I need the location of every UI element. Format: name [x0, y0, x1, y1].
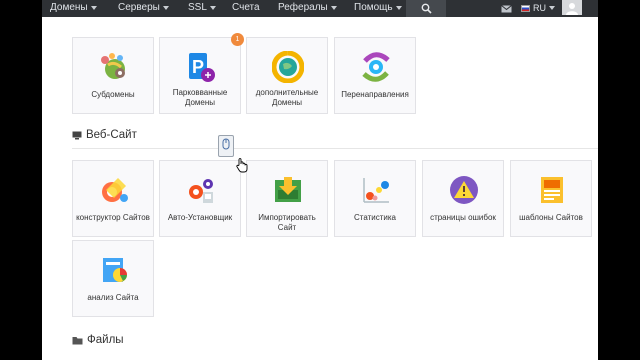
redirects-icon: [362, 52, 390, 82]
top-navigation: Домены Серверы SSL Счета Рефералы Помощь…: [42, 0, 598, 17]
language-label: RU: [533, 3, 546, 13]
monitor-icon: [72, 131, 82, 139]
nav-invoices[interactable]: Счета: [232, 2, 260, 13]
tile-label: Авто-Установщик: [167, 213, 233, 222]
tile-import-site[interactable]: Импортировать Сайт: [246, 160, 328, 237]
auto-installer-icon: [189, 179, 213, 203]
statistics-icon: [363, 178, 389, 203]
site-analysis-icon: [103, 258, 127, 282]
tile-addon-domains[interactable]: дополнительные Домены: [246, 37, 328, 114]
tile-auto-installer[interactable]: Авто-Установщик: [159, 160, 241, 237]
chevron-down-icon: [330, 5, 337, 10]
chevron-down-icon: [395, 5, 402, 10]
chevron-down-icon: [162, 5, 169, 10]
tile-site-builder[interactable]: конструктор Сайтов: [72, 160, 154, 237]
envelope-icon: [500, 4, 512, 12]
folder-icon: [72, 336, 83, 344]
control-panel-page: Домены Серверы SSL Счета Рефералы Помощь…: [42, 0, 598, 360]
nav-help[interactable]: Помощь: [354, 2, 402, 13]
search-icon: [421, 3, 432, 14]
tile-redirects[interactable]: Перенаправления: [334, 37, 416, 114]
subdomains-icon: [101, 53, 125, 79]
tile-label: Парковванные Домены: [172, 88, 228, 107]
nav-servers-label: Серверы: [118, 2, 160, 13]
nav-ssl[interactable]: SSL: [188, 2, 216, 13]
tile-site-analysis[interactable]: анализ Сайта: [72, 240, 154, 317]
nav-help-label: Помощь: [354, 2, 393, 13]
tile-label: конструктор Сайтов: [76, 213, 150, 222]
tile-site-templates[interactable]: шаблоны Сайтов: [510, 160, 592, 237]
nav-invoices-label: Счета: [232, 2, 260, 13]
video-frame: Домены Серверы SSL Счета Рефералы Помощь…: [0, 0, 640, 360]
tile-label: страницы ошибок: [430, 213, 496, 222]
tile-label: дополнительные Домены: [255, 88, 319, 107]
tile-subdomains[interactable]: Субдомены: [72, 37, 154, 114]
language-selector[interactable]: RU: [521, 3, 555, 13]
tile-label: шаблоны Сайтов: [519, 213, 583, 222]
russian-flag-icon: [521, 4, 530, 12]
section-title-files: Файлы: [72, 334, 124, 346]
tile-label: анализ Сайта: [87, 293, 139, 302]
section-title-label: Веб-Сайт: [86, 129, 137, 141]
user-avatar[interactable]: [562, 0, 582, 15]
nav-domains-label: Домены: [50, 2, 88, 13]
site-builder-icon: [102, 178, 128, 202]
nav-ssl-label: SSL: [188, 2, 207, 13]
notification-badge: 1: [231, 33, 244, 46]
nav-domains[interactable]: Домены: [50, 2, 97, 13]
import-site-icon: [275, 177, 301, 202]
user-icon: [566, 2, 578, 15]
section-title-website: Веб-Сайт: [72, 129, 137, 141]
tile-label: Субдомены: [91, 90, 135, 99]
section-divider: [72, 148, 598, 149]
chevron-down-icon: [90, 5, 97, 10]
nav-referrals-label: Рефералы: [278, 2, 328, 13]
drag-handle[interactable]: [218, 135, 234, 157]
section-title-label: Файлы: [87, 334, 124, 346]
tile-statistics[interactable]: Статистика: [334, 160, 416, 237]
nav-referrals[interactable]: Рефералы: [278, 2, 337, 13]
chevron-down-icon: [549, 6, 555, 10]
tile-label: Перенаправления: [341, 90, 409, 99]
mail-button[interactable]: [498, 0, 514, 17]
search-button[interactable]: [406, 0, 446, 17]
hand-cursor-icon: [236, 158, 248, 173]
nav-servers[interactable]: Серверы: [118, 2, 169, 13]
addon-domains-icon: [272, 51, 304, 83]
tile-label: Статистика: [353, 213, 396, 222]
error-pages-icon: [450, 176, 478, 204]
mouse-icon: [222, 138, 230, 150]
site-templates-icon: [541, 177, 563, 203]
tile-parked-domains[interactable]: P Парковванные Домены: [159, 37, 241, 114]
tile-error-pages[interactable]: страницы ошибок: [422, 160, 504, 237]
parked-domains-icon: P: [189, 53, 215, 82]
chevron-down-icon: [209, 5, 216, 10]
tile-label: Импортировать Сайт: [258, 213, 316, 232]
